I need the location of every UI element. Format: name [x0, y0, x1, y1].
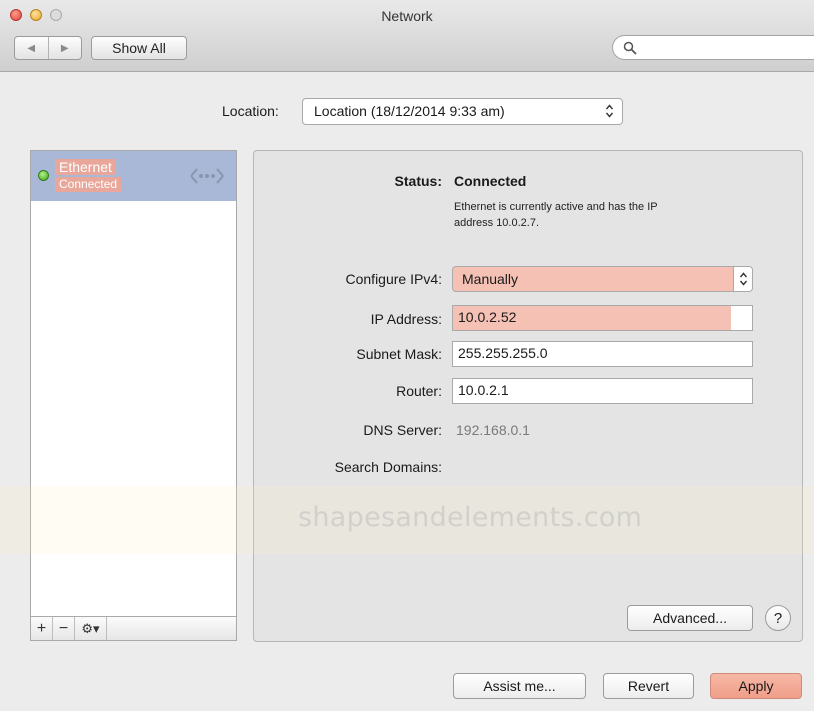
select-stepper-box [733, 267, 752, 291]
status-green-dot-icon [38, 170, 49, 181]
service-list-toolbar: + − ⚙▾ [30, 616, 237, 641]
ip-address-field[interactable]: 10.0.2.52 [452, 305, 753, 331]
forward-arrow-icon[interactable]: ▶ [49, 37, 82, 59]
service-name: Ethernet [55, 159, 116, 175]
advanced-button[interactable]: Advanced... [627, 605, 753, 631]
remove-service-button[interactable]: − [53, 617, 75, 640]
status-value: Connected [454, 173, 527, 189]
dns-server-value: 192.168.0.1 [456, 422, 530, 438]
configure-ipv4-value: Manually [462, 271, 519, 287]
ip-address-label: IP Address: [370, 311, 442, 327]
title-toolbar: Network ◀ ▶ Show All [0, 0, 814, 72]
location-select[interactable]: Location (18/12/2014 9:33 am) [302, 98, 623, 125]
assist-me-button[interactable]: Assist me... [453, 673, 586, 699]
service-item-ethernet[interactable]: Ethernet Connected [31, 151, 236, 201]
back-arrow-icon[interactable]: ◀ [15, 37, 49, 59]
router-label: Router: [396, 383, 442, 399]
location-label: Location: [222, 103, 279, 119]
location-selected-value: Location (18/12/2014 9:33 am) [314, 103, 505, 119]
ethernet-icon [190, 168, 224, 184]
window-title: Network [381, 8, 433, 24]
search-domains-label: Search Domains: [334, 459, 442, 475]
dns-server-label: DNS Server: [363, 422, 442, 438]
status-label: Status: [394, 173, 442, 189]
add-service-button[interactable]: + [31, 617, 53, 640]
router-field[interactable]: 10.0.2.1 [452, 378, 753, 404]
subnet-mask-field[interactable]: 255.255.255.0 [452, 341, 753, 367]
updown-chevron-icon [740, 272, 747, 286]
back-forward-control: ◀ ▶ [14, 36, 82, 60]
watermark-text: shapesandelements.com [298, 502, 643, 533]
status-description-line2: address 10.0.2.7. [454, 217, 540, 229]
show-all-button[interactable]: Show All [91, 36, 187, 60]
search-icon [623, 41, 637, 55]
search-input[interactable] [612, 35, 814, 60]
status-description: Ethernet is currently active and has the… [454, 199, 754, 231]
apply-button[interactable]: Apply [710, 673, 802, 699]
status-description-line1: Ethernet is currently active and has the… [454, 201, 658, 213]
configure-ipv4-select[interactable]: Manually [452, 266, 753, 292]
revert-button[interactable]: Revert [603, 673, 694, 699]
network-preferences-window: Network ◀ ▶ Show All Location: Location … [0, 0, 814, 711]
updown-chevron-icon [606, 104, 613, 118]
gear-icon[interactable]: ⚙▾ [75, 617, 107, 640]
subnet-mask-label: Subnet Mask: [356, 346, 442, 362]
service-status: Connected [55, 177, 122, 192]
configure-ipv4-label: Configure IPv4: [345, 271, 443, 287]
help-button[interactable]: ? [765, 605, 791, 631]
